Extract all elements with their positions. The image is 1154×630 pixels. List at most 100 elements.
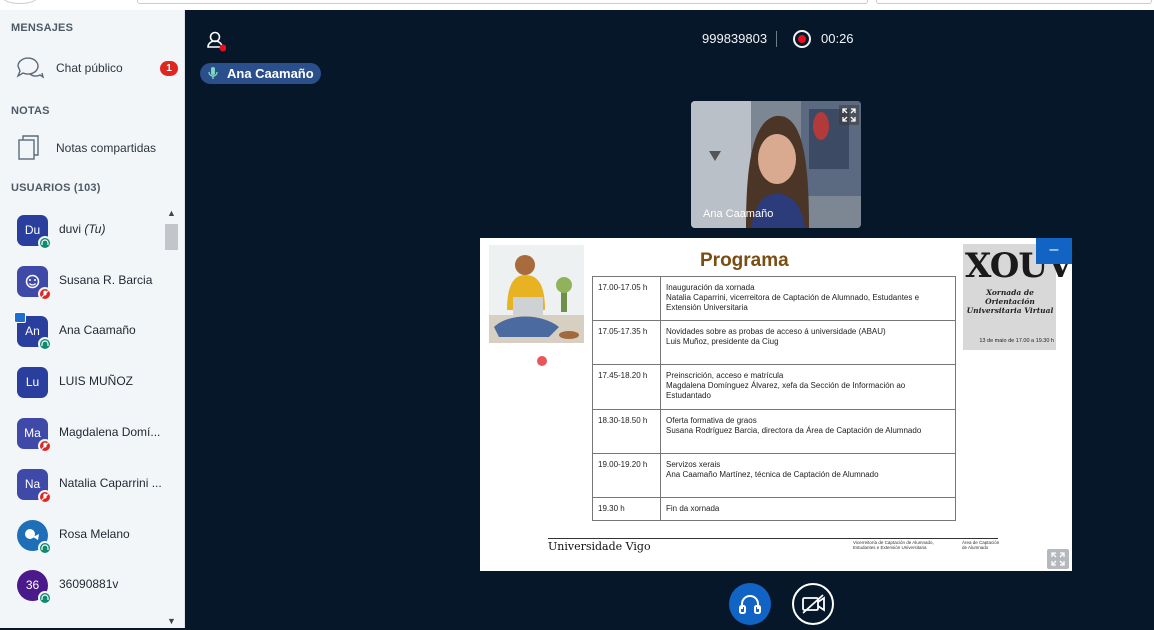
avatar: Lu <box>17 367 48 398</box>
user-settings-icon[interactable] <box>206 30 226 52</box>
schedule-column-divider <box>660 498 661 521</box>
browser-address-bar[interactable] <box>137 0 868 4</box>
schedule-session-title: Oferta formativa de graos <box>666 416 757 425</box>
user-name: LUIS MUÑOZ <box>59 374 163 388</box>
slide-photo-student <box>489 245 584 343</box>
recording-indicator[interactable] <box>793 30 811 48</box>
schedule-column-divider <box>660 277 661 321</box>
browser-top-strip <box>0 0 1154 10</box>
schedule-row: 19.00-19.20 h Servizos xerais Ana Caamaño … <box>593 454 955 498</box>
footer-vicerectorate: Vicerreitoría de Captación de Alumnado, … <box>853 540 934 550</box>
schedule-row: 18.30-18.50 h Oferta formativa de graos Su… <box>593 410 955 454</box>
webcam-video[interactable]: Ana Caamaño <box>691 101 861 228</box>
listening-icon <box>38 337 52 351</box>
microphone-icon <box>208 67 218 79</box>
presenter-pointer <box>537 356 547 366</box>
university-logo: Universidade Vigo <box>548 540 651 553</box>
user-name: Rosa Melano <box>59 527 163 541</box>
user-name-text: Magdalena Domí... <box>59 425 161 439</box>
listening-icon <box>38 591 52 605</box>
user-list-item[interactable]: Na Natalia Caparrini ... <box>0 460 165 510</box>
muted-mic-icon <box>38 490 52 504</box>
user-name: Ana Caamaño <box>59 323 163 337</box>
schedule-session-title: Fin da xornada <box>666 504 720 513</box>
user-list-item[interactable]: Susana R. Barcia <box>0 257 165 307</box>
schedule-time: 19.30 h <box>598 504 625 513</box>
schedule-column-divider <box>660 410 661 454</box>
public-chat-label: Chat público <box>56 61 123 75</box>
schedule-row: 17.00-17.05 h Inauguración da xornada Nata… <box>593 277 955 321</box>
schedule-description: Preinscrición, acceso e matrícula Magdale… <box>666 371 951 401</box>
schedule-session-title: Novidades sobre as probas de acceso á un… <box>666 327 886 336</box>
schedule-time: 17.00-17.05 h <box>598 283 648 292</box>
user-name-text: Natalia Caparrini ... <box>59 476 162 490</box>
scroll-down-arrow[interactable]: ▼ <box>166 616 177 626</box>
user-list-item[interactable]: Lu LUIS MUÑOZ <box>0 358 165 408</box>
listening-icon <box>38 541 52 555</box>
messages-section-title: MENSAJES <box>11 22 74 34</box>
video-off-icon <box>802 594 825 614</box>
muted-mic-icon <box>38 439 52 453</box>
schedule-row: 19.30 h Fin da xornada <box>593 498 955 521</box>
user-name: Susana R. Barcia <box>59 273 163 287</box>
schedule-speaker: Luis Muñoz, presidente da Ciug <box>666 337 779 346</box>
user-name-text: Susana R. Barcia <box>59 273 153 287</box>
scrollbar-thumb[interactable] <box>165 224 178 250</box>
schedule-column-divider <box>660 321 661 365</box>
muted-mic-icon <box>38 287 52 301</box>
schedule-description: Inauguración da xornada Natalia Caparrini… <box>666 283 951 313</box>
user-list-item[interactable]: Rosa Melano <box>0 511 165 561</box>
schedule-session-title: Preinscrición, acceso e matrícula <box>666 371 784 380</box>
browser-control[interactable] <box>2 0 38 4</box>
schedule-speaker: Magdalena Domínguez Álvarez, xefa da Sec… <box>666 381 906 400</box>
schedule-time: 18.30-18.50 h <box>598 416 648 425</box>
user-name-text: 36090881v <box>59 577 119 591</box>
public-chat-item[interactable]: Chat público 1 <box>0 48 184 88</box>
video-toggle-button[interactable] <box>792 583 834 625</box>
user-list-item[interactable]: An Ana Caamaño <box>0 307 165 357</box>
presentation-slide[interactable]: Programa 17.00-17.05 h Inauguración da xo… <box>480 238 1073 571</box>
scroll-up-arrow[interactable]: ▲ <box>166 208 177 218</box>
webcam-user-name: Ana Caamaño <box>703 208 774 220</box>
meeting-id: 999839803 <box>702 31 768 46</box>
headphones-icon <box>739 595 761 614</box>
schedule-column-divider <box>660 454 661 498</box>
user-list-item[interactable]: Du duvi (Tu) <box>0 206 165 256</box>
shared-notes-item[interactable]: Notas compartidas <box>0 128 184 168</box>
schedule-time: 19.00-19.20 h <box>598 460 648 469</box>
user-name-text: Ana Caamaño <box>59 323 136 337</box>
sidebar: MENSAJES Chat público 1 NOTAS Notas comp… <box>0 10 185 628</box>
header-divider <box>776 31 777 47</box>
notes-icon <box>18 135 39 160</box>
user-list-scrollbar[interactable]: ▲ ▼ <box>164 206 179 628</box>
schedule-table: 17.00-17.05 h Inauguración da xornada Nata… <box>592 276 956 521</box>
audio-button[interactable] <box>729 583 771 625</box>
user-name: duvi (Tu) <box>59 222 163 236</box>
chat-icon <box>16 57 44 79</box>
user-name: 36090881v <box>59 577 163 591</box>
listening-icon <box>38 236 52 250</box>
schedule-description: Novidades sobre as probas de acceso á un… <box>666 327 951 347</box>
minimize-presentation-button[interactable]: – <box>1036 238 1072 264</box>
shared-notes-label: Notas compartidas <box>56 141 157 155</box>
user-name: Natalia Caparrini ... <box>59 476 163 490</box>
browser-search-bar[interactable] <box>876 0 1152 4</box>
schedule-speaker: Susana Rodríguez Barcia, directora da Ár… <box>666 426 922 435</box>
talking-indicator[interactable]: Ana Caamaño <box>200 63 321 84</box>
user-list-item[interactable]: 36 36090881v <box>0 561 165 611</box>
schedule-speaker: Ana Caamaño Martínez, técnica de Captaci… <box>666 470 879 479</box>
schedule-session-title: Servizos xerais <box>666 460 721 469</box>
schedule-description: Servizos xerais Ana Caamaño Martínez, téc… <box>666 460 951 480</box>
xouv-date: 13 de maio de 17.00 a 19.30 h <box>979 338 1054 344</box>
slide-title: Programa <box>700 250 789 271</box>
webcam-fullscreen-icon[interactable] <box>839 105 859 125</box>
schedule-description: Fin da xornada <box>666 504 951 514</box>
schedule-session-title: Inauguración da xornada <box>666 283 755 292</box>
schedule-speaker: Natalia Caparrini, vicerreitora de Capta… <box>666 293 920 312</box>
presentation-fullscreen-icon[interactable] <box>1047 549 1069 569</box>
talking-user-name: Ana Caamaño <box>227 66 314 81</box>
schedule-column-divider <box>660 365 661 410</box>
unread-badge: 1 <box>160 60 178 76</box>
user-list-item[interactable]: Ma Magdalena Domí... <box>0 409 165 459</box>
schedule-description: Oferta formativa de graos Susana Rodrígue… <box>666 416 951 436</box>
